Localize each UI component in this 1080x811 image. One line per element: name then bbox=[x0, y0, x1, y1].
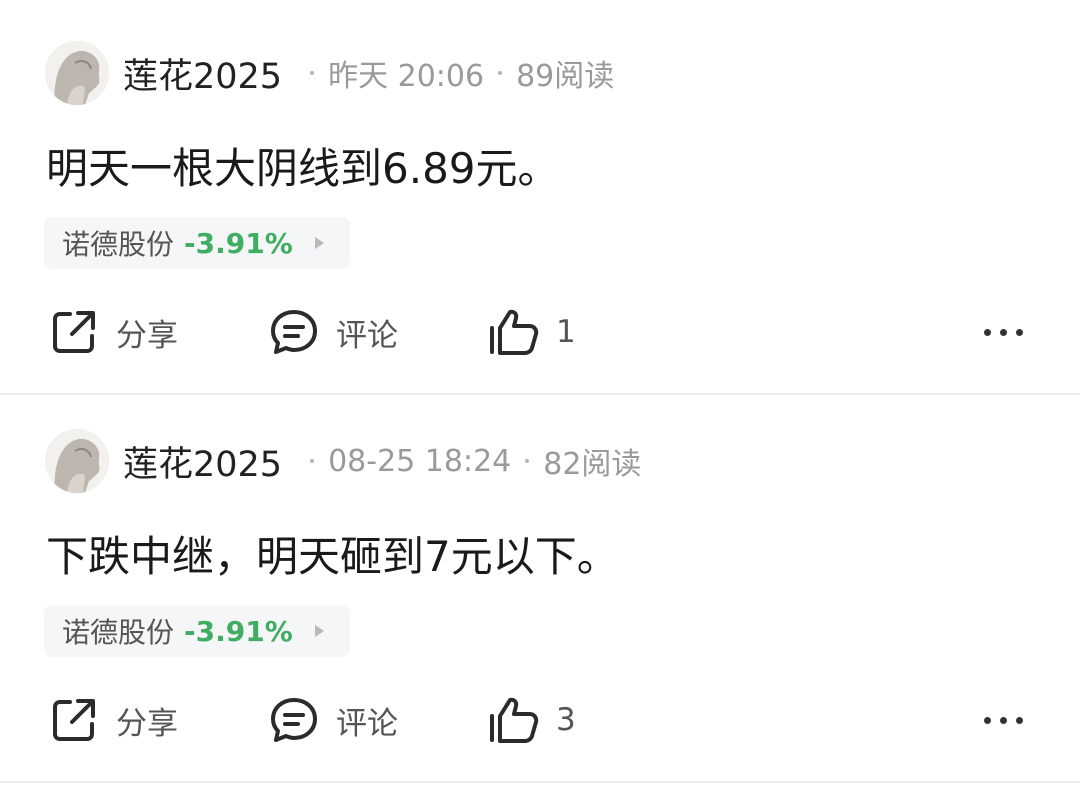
like-icon bbox=[490, 309, 539, 355]
avatar[interactable] bbox=[45, 41, 109, 105]
share-button[interactable]: 分享 bbox=[48, 300, 178, 364]
read-count: 89阅读 bbox=[516, 59, 615, 94]
share-icon bbox=[53, 311, 95, 353]
divider bbox=[0, 781, 1080, 783]
comment-icon bbox=[271, 310, 317, 354]
username[interactable]: 莲花2025 bbox=[123, 436, 282, 487]
post-header: 莲花2025 08-25 18:24 82阅读 bbox=[45, 428, 641, 494]
stock-change: -3.91% bbox=[184, 226, 293, 260]
post-header: 莲花2025 昨天 20:06 89阅读 bbox=[45, 40, 614, 106]
like-icon bbox=[490, 697, 539, 743]
stock-tag[interactable]: 诺德股份 -3.91% bbox=[44, 217, 350, 269]
comment-button[interactable]: 评论 bbox=[268, 300, 398, 364]
more-button[interactable] bbox=[984, 688, 1032, 752]
action-bar: 分享 评论 3 bbox=[0, 688, 1080, 752]
more-icon bbox=[984, 716, 1032, 724]
share-icon bbox=[53, 699, 95, 741]
post-card[interactable]: 莲花2025 昨天 20:06 89阅读 明天一根大阴线到6.89元。 诺德股份… bbox=[0, 0, 1080, 393]
post-card[interactable]: 莲花2025 08-25 18:24 82阅读 下跌中继，明天砸到7元以下。 诺… bbox=[0, 395, 1080, 781]
like-count: 1 bbox=[556, 314, 576, 350]
comment-label: 评论 bbox=[336, 705, 398, 742]
separator-dot bbox=[498, 71, 503, 75]
like-button[interactable]: 1 bbox=[486, 300, 576, 364]
read-count: 82阅读 bbox=[543, 447, 642, 482]
avatar[interactable] bbox=[45, 429, 109, 493]
separator-dot bbox=[310, 71, 315, 75]
more-button[interactable] bbox=[984, 300, 1032, 364]
post-meta: 08-25 18:24 82阅读 bbox=[296, 439, 641, 483]
like-button[interactable]: 3 bbox=[486, 688, 576, 752]
username[interactable]: 莲花2025 bbox=[123, 48, 282, 99]
arrow-right-icon bbox=[314, 237, 324, 249]
arrow-right-icon bbox=[314, 625, 324, 637]
stock-tag[interactable]: 诺德股份 -3.91% bbox=[44, 605, 350, 657]
post-time: 昨天 20:06 bbox=[328, 59, 485, 94]
comment-label: 评论 bbox=[336, 317, 398, 354]
separator-dot bbox=[310, 459, 315, 463]
comment-button[interactable]: 评论 bbox=[268, 688, 398, 752]
stock-change: -3.91% bbox=[184, 614, 293, 648]
stock-name: 诺德股份 bbox=[62, 228, 175, 261]
share-label: 分享 bbox=[116, 705, 178, 742]
stock-name: 诺德股份 bbox=[62, 616, 175, 649]
separator-dot bbox=[525, 459, 530, 463]
post-feed: 莲花2025 昨天 20:06 89阅读 明天一根大阴线到6.89元。 诺德股份… bbox=[0, 0, 1080, 811]
post-time: 08-25 18:24 bbox=[328, 443, 512, 479]
action-bar: 分享 评论 1 bbox=[0, 300, 1080, 364]
comment-icon bbox=[271, 698, 317, 742]
post-content[interactable]: 明天一根大阴线到6.89元。 bbox=[46, 135, 560, 196]
more-icon bbox=[984, 328, 1032, 336]
share-label: 分享 bbox=[116, 317, 178, 354]
share-button[interactable]: 分享 bbox=[48, 688, 178, 752]
post-meta: 昨天 20:06 89阅读 bbox=[296, 51, 614, 95]
post-content[interactable]: 下跌中继，明天砸到7元以下。 bbox=[46, 523, 619, 584]
like-count: 3 bbox=[556, 702, 576, 738]
